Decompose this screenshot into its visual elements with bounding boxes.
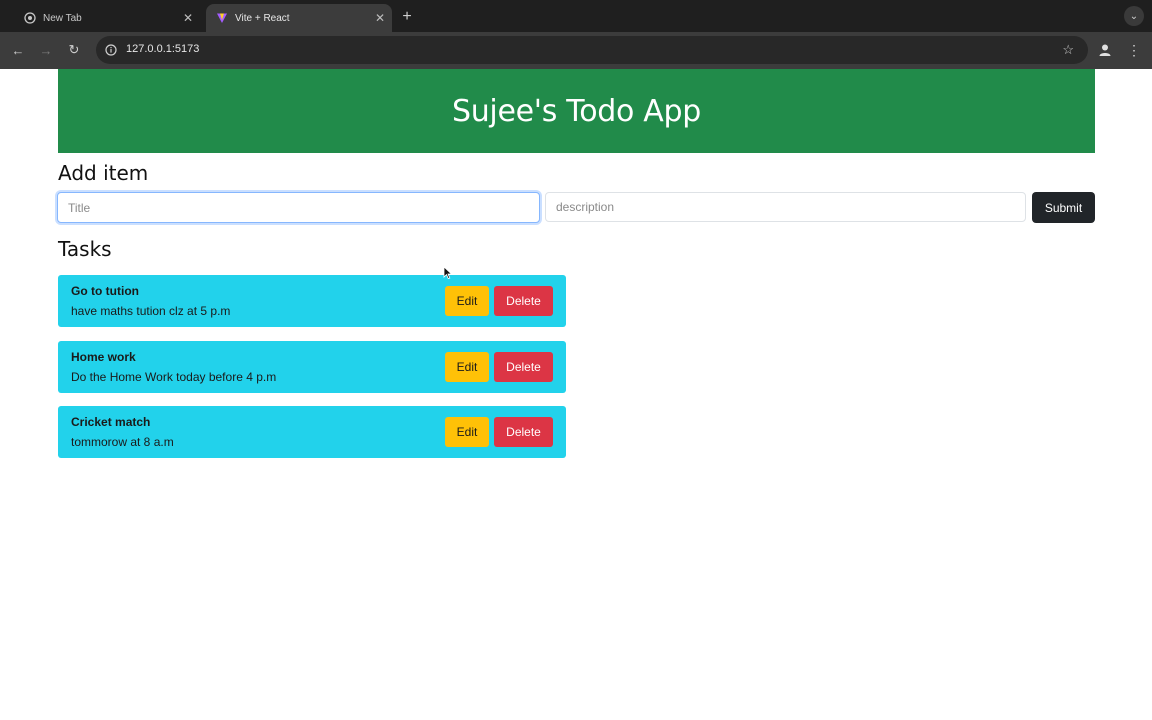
tab-title: New Tab: [43, 12, 82, 24]
task-description: tommorow at 8 a.m: [71, 435, 174, 449]
close-icon[interactable]: ✕: [372, 10, 388, 26]
task-card: Go to tution have maths tution clz at 5 …: [58, 275, 566, 327]
new-tab-plus-icon[interactable]: +: [398, 8, 416, 26]
tab-title: Vite + React: [235, 12, 290, 24]
tab-new-tab[interactable]: New Tab ✕: [14, 4, 200, 32]
task-title: Go to tution: [71, 284, 139, 298]
app-title: Sujee's Todo App: [451, 93, 702, 129]
site-info-icon[interactable]: [104, 43, 118, 57]
reload-icon[interactable]: ↻: [66, 42, 82, 58]
task-card: Home work Do the Home Work today before …: [58, 341, 566, 393]
back-arrow-icon[interactable]: ←: [10, 42, 26, 58]
url-text: 127.0.0.1:5173: [126, 43, 200, 55]
task-description: have maths tution clz at 5 p.m: [71, 304, 231, 318]
chevron-down-icon[interactable]: ⌄: [1124, 6, 1144, 26]
task-card: Cricket match tommorow at 8 a.m Edit Del…: [58, 406, 566, 458]
mouse-pointer-icon: [443, 266, 453, 280]
edit-button[interactable]: Edit: [445, 286, 489, 316]
add-item-heading: Add item: [58, 161, 149, 185]
page-content: Sujee's Todo App Add item Submit Tasks G…: [0, 69, 1152, 720]
vite-logo-icon: [216, 12, 228, 24]
delete-button[interactable]: Delete: [494, 286, 553, 316]
task-title: Cricket match: [71, 415, 151, 429]
browser-tab-bar: New Tab ✕ Vite + React ✕ + ⌄: [0, 0, 1152, 32]
address-bar[interactable]: 127.0.0.1:5173 ☆: [96, 36, 1088, 64]
tab-vite-react[interactable]: Vite + React ✕: [206, 4, 392, 32]
task-title: Home work: [71, 350, 136, 364]
delete-button[interactable]: Delete: [494, 417, 553, 447]
task-description: Do the Home Work today before 4 p.m: [71, 370, 277, 384]
submit-button[interactable]: Submit: [1032, 192, 1095, 223]
browser-toolbar: ← → ↻ 127.0.0.1:5173 ☆ ⋮: [0, 32, 1152, 69]
title-input[interactable]: [57, 192, 540, 223]
edit-button[interactable]: Edit: [445, 352, 489, 382]
profile-icon[interactable]: [1097, 42, 1113, 58]
forward-arrow-icon[interactable]: →: [38, 42, 54, 58]
bookmark-star-icon[interactable]: ☆: [1062, 42, 1074, 58]
close-icon[interactable]: ✕: [180, 10, 196, 26]
delete-button[interactable]: Delete: [494, 352, 553, 382]
chrome-globe-icon: [24, 12, 36, 24]
edit-button[interactable]: Edit: [445, 417, 489, 447]
app-header: Sujee's Todo App: [58, 69, 1095, 153]
more-menu-icon[interactable]: ⋮: [1127, 42, 1141, 58]
description-input[interactable]: [545, 192, 1026, 222]
tasks-heading: Tasks: [58, 237, 112, 261]
